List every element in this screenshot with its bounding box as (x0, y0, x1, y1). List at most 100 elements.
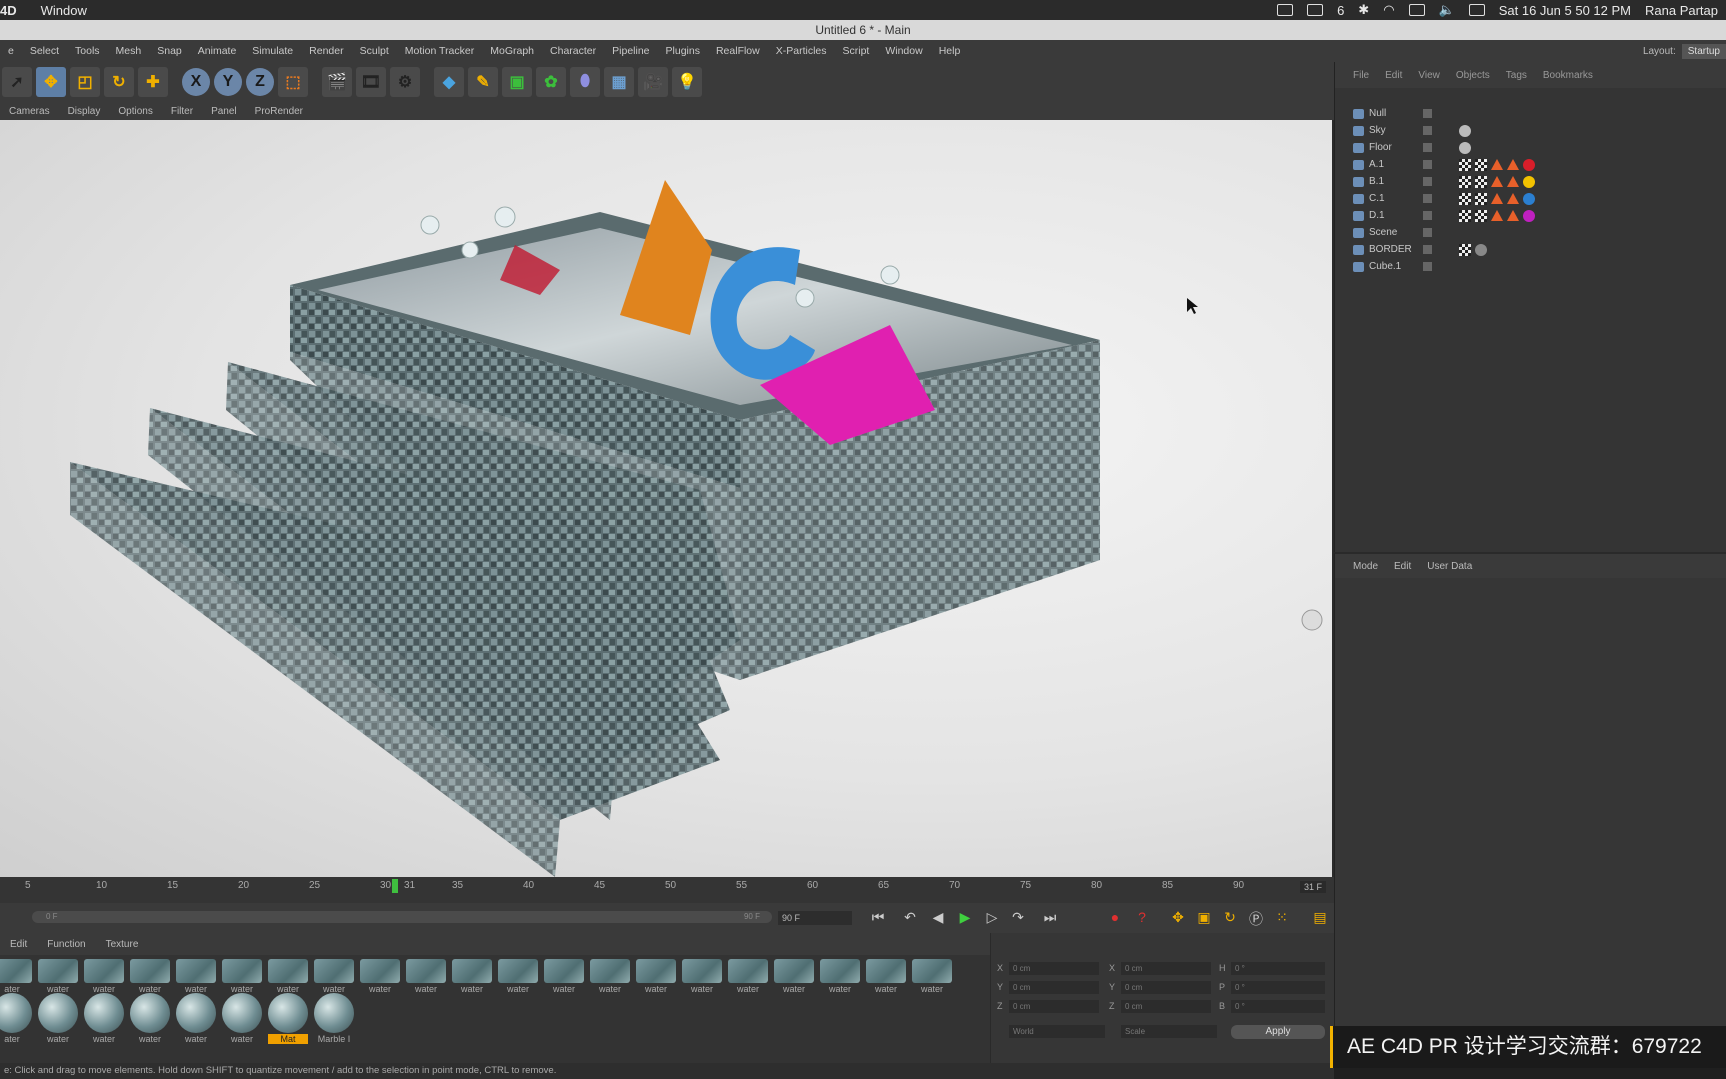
material-swatch[interactable]: water (84, 959, 124, 994)
phong-tag-icon[interactable] (1491, 210, 1503, 221)
material-swatch[interactable]: water (498, 959, 538, 994)
viewport-menu-filter[interactable]: Filter (162, 106, 202, 117)
battery-icon[interactable] (1468, 4, 1485, 16)
menu-plugins[interactable]: Plugins (658, 45, 708, 57)
menu-mesh[interactable]: Mesh (108, 45, 150, 57)
airplay-icon[interactable] (1408, 4, 1425, 16)
texture-tag-icon[interactable] (1475, 210, 1487, 222)
size-x-field[interactable]: 0 cm (1121, 962, 1211, 975)
size-z-field[interactable]: 0 cm (1121, 1000, 1211, 1013)
om-menu-tags[interactable]: Tags (1498, 70, 1535, 81)
cloner-icon[interactable]: ✿ (536, 67, 566, 97)
visibility-toggle-icon[interactable] (1423, 160, 1432, 169)
menu-snap[interactable]: Snap (149, 45, 190, 57)
object-row[interactable]: C.1 (1335, 190, 1726, 208)
object-row[interactable]: D.1 (1335, 207, 1726, 225)
material-ball[interactable]: water (222, 993, 262, 1044)
material-swatch[interactable]: ater (0, 959, 32, 994)
wifi-icon[interactable]: ◠ (1383, 2, 1394, 18)
prev-key-icon[interactable]: ↶ (900, 909, 920, 927)
uv-tag-icon[interactable] (1459, 193, 1471, 205)
cube-primitive-icon[interactable]: ◆ (434, 67, 464, 97)
material-swatch[interactable]: water (268, 959, 308, 994)
uv-tag-icon[interactable] (1459, 176, 1471, 188)
collider-tag-icon[interactable] (1507, 176, 1519, 187)
visibility-toggle-icon[interactable] (1423, 126, 1432, 135)
move-tool-icon[interactable]: ✥ (36, 67, 66, 97)
om-menu-objects[interactable]: Objects (1448, 70, 1498, 81)
subdivision-surface-icon[interactable]: ▣ (502, 67, 532, 97)
object-row[interactable]: B.1 (1335, 173, 1726, 191)
object-row[interactable]: A.1 (1335, 156, 1726, 174)
collider-tag-icon[interactable] (1507, 193, 1519, 204)
world-dropdown[interactable]: World (1009, 1025, 1105, 1038)
go-to-end-icon[interactable]: ⏭ (1040, 909, 1060, 927)
key-rotation-icon[interactable]: ↻ (1220, 909, 1240, 927)
key-position-icon[interactable]: ✥ (1168, 909, 1188, 927)
color-material-tag-icon[interactable] (1523, 193, 1535, 205)
select-tool-icon[interactable]: ➚ (2, 67, 32, 97)
apply-button[interactable]: Apply (1231, 1025, 1325, 1039)
layout-dropdown[interactable]: Startup (1681, 43, 1726, 59)
light-icon[interactable]: 💡 (672, 67, 702, 97)
object-row[interactable]: Sky (1335, 122, 1726, 140)
play-icon[interactable]: ▶ (955, 909, 975, 927)
viewport-menu-options[interactable]: Options (109, 106, 161, 117)
user-name[interactable]: Rana Partap (1645, 3, 1718, 18)
position-x-field[interactable]: 0 cm (1009, 962, 1099, 975)
viewport-menu-prorender[interactable]: ProRender (246, 106, 312, 117)
material-swatch[interactable]: water (452, 959, 492, 994)
texture-tag-icon[interactable] (1459, 244, 1471, 256)
material-swatch[interactable]: water (820, 959, 860, 994)
material-menu-edit[interactable]: Edit (0, 939, 37, 950)
end-frame-field[interactable]: 90 F (778, 911, 852, 925)
visibility-toggle-icon[interactable] (1423, 143, 1432, 152)
camera-icon[interactable]: 🎥 (638, 67, 668, 97)
rotation-h-field[interactable]: 0 ° (1231, 962, 1325, 975)
3d-viewport[interactable] (0, 120, 1334, 877)
floor-icon[interactable]: ▦ (604, 67, 634, 97)
menu-animate[interactable]: Animate (190, 45, 245, 57)
playhead[interactable] (392, 879, 398, 893)
rotation-p-field[interactable]: 0 ° (1231, 981, 1325, 994)
om-menu-view[interactable]: View (1410, 70, 1448, 81)
next-frame-icon[interactable]: ▷ (982, 909, 1002, 927)
material-ball[interactable]: water (130, 993, 170, 1044)
window-menu[interactable]: Window (27, 3, 101, 18)
material-ball[interactable]: water (38, 993, 78, 1044)
object-row[interactable]: Floor (1335, 139, 1726, 157)
key-point-level-icon[interactable]: ⁙ (1272, 909, 1292, 927)
current-frame-field[interactable]: 31 F (1299, 881, 1326, 893)
color-material-tag-icon[interactable] (1523, 176, 1535, 188)
bluetooth-icon[interactable]: ✱ (1358, 2, 1369, 18)
menu-x-particles[interactable]: X-Particles (768, 45, 835, 57)
menu-sculpt[interactable]: Sculpt (352, 45, 397, 57)
material-swatch[interactable]: water (360, 959, 400, 994)
live-selection-icon[interactable]: ✚ (138, 67, 168, 97)
position-y-field[interactable]: 0 cm (1009, 981, 1099, 994)
material-ball[interactable]: water (84, 993, 124, 1044)
object-row[interactable]: Cube.1 (1335, 258, 1726, 276)
texture-tag-icon[interactable] (1475, 193, 1487, 205)
rotation-b-field[interactable]: 0 ° (1231, 1000, 1325, 1013)
visibility-toggle-icon[interactable] (1423, 245, 1432, 254)
color-material-tag-icon[interactable] (1523, 159, 1535, 171)
material-swatch[interactable]: water (314, 959, 354, 994)
menu-simulate[interactable]: Simulate (244, 45, 301, 57)
object-row[interactable]: Scene (1335, 224, 1726, 242)
om-menu-bookmarks[interactable]: Bookmarks (1535, 70, 1601, 81)
texture-tag-icon[interactable] (1475, 159, 1487, 171)
material-ball[interactable]: Marble I (314, 993, 354, 1044)
material-swatch[interactable]: water (866, 959, 906, 994)
material-ball[interactable]: water (176, 993, 216, 1044)
menu-script[interactable]: Script (835, 45, 878, 57)
menu-help[interactable]: Help (931, 45, 969, 57)
clock[interactable]: Sat 16 Jun 5 50 12 PM (1499, 3, 1631, 18)
key-parameter-icon[interactable]: Ⓟ (1246, 909, 1266, 927)
object-row[interactable]: BORDER (1335, 241, 1726, 259)
timeline-ruler[interactable]: 5 10 15 20 25 30 31 35 40 45 50 55 60 65 70 75 80 85 90 31 … (0, 877, 1334, 903)
deformer-icon[interactable]: ⬮ (570, 67, 600, 97)
y-axis-lock-button[interactable]: Y (214, 68, 242, 96)
prev-frame-icon[interactable]: ◀ (928, 909, 948, 927)
material-swatch[interactable]: water (130, 959, 170, 994)
